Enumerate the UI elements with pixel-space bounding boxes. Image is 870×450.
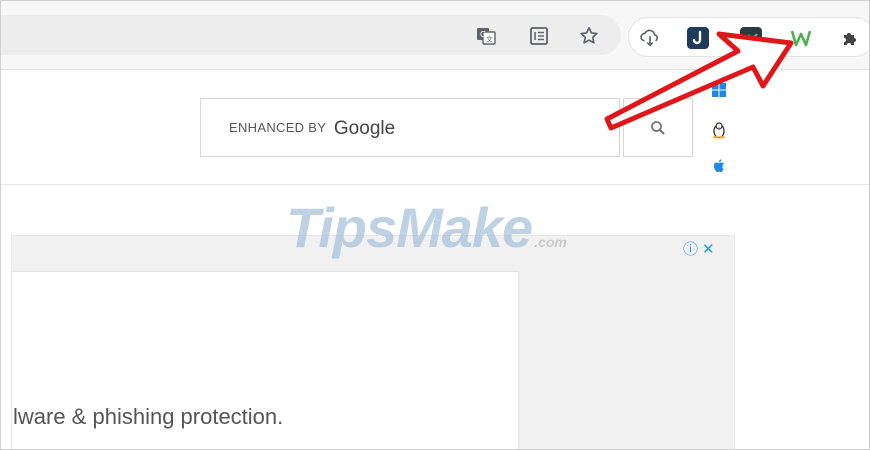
ad-close-icon[interactable]: ✕ [702, 240, 715, 258]
page-divider [1, 184, 869, 185]
windows-icon[interactable] [710, 81, 728, 99]
watermark-logo: TipsMake .com [286, 195, 567, 260]
apple-icon[interactable] [710, 157, 728, 175]
search-placeholder: ENHANCED BY Google [229, 118, 395, 140]
ad-info-icon[interactable]: ⓘ [683, 238, 698, 259]
svg-text:文: 文 [486, 35, 493, 44]
extension-w-icon[interactable] [790, 27, 812, 49]
browser-window: G 文 ENHANCED BY Google lware & phishing … [0, 0, 870, 450]
watermark-suffix: .com [534, 234, 567, 250]
extension-teal-icon[interactable] [740, 27, 762, 49]
reader-mode-icon[interactable] [528, 25, 550, 47]
extension-j-icon[interactable] [687, 27, 709, 49]
ad-text: lware & phishing protection. [13, 404, 284, 429]
ad-controls: ⓘ ✕ [683, 238, 715, 259]
cloud-download-icon[interactable] [639, 27, 661, 49]
search-icon [651, 120, 665, 135]
watermark-text: TipsMake [286, 196, 533, 259]
search-button[interactable] [623, 98, 693, 157]
puzzle-extensions-icon[interactable] [840, 27, 862, 49]
linux-icon[interactable] [710, 121, 728, 139]
search-label-brand: Google [333, 118, 396, 139]
search-label-prefix: ENHANCED BY [229, 120, 326, 135]
search-input[interactable]: ENHANCED BY Google [200, 98, 620, 157]
bookmark-star-icon[interactable] [578, 25, 600, 47]
translate-icon[interactable]: G 文 [475, 25, 497, 47]
browser-toolbar: G 文 [1, 1, 869, 70]
